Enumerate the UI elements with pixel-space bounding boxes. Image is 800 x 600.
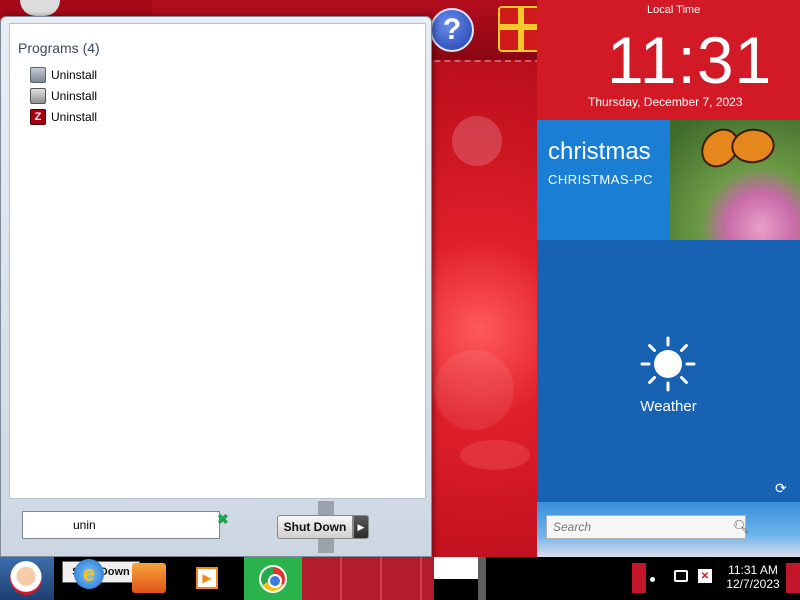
tray-date: 12/7/2023 [726, 577, 780, 591]
result-item[interactable]: Uninstall [30, 86, 330, 106]
shutdown-options-arrow-icon[interactable]: ▶ [353, 515, 369, 539]
refresh-icon[interactable]: ⟳ [775, 480, 787, 497]
butterfly-icon [727, 122, 779, 170]
start-search-input[interactable]: unin [22, 511, 220, 539]
tray-clock[interactable]: 11:31 AM 12/7/2023 [720, 563, 786, 600]
clear-search-icon[interactable]: ✖ [217, 511, 229, 528]
disk-uninstall-icon [30, 67, 46, 83]
metro-search-input[interactable]: Search 🔍︎ [546, 515, 750, 539]
internet-explorer-icon[interactable]: e [74, 559, 104, 589]
metro-search-placeholder: Search [553, 520, 592, 534]
folder-icon[interactable] [132, 563, 166, 593]
search-icon[interactable]: 🔍︎ [733, 519, 750, 535]
taskbar-window-button[interactable] [434, 557, 478, 579]
clock-time: 11:31 [607, 23, 773, 97]
network-icon[interactable] [674, 570, 688, 582]
clock-tile: Local Time 11:31 Thursday, December 7, 2… [537, 0, 800, 120]
bokeh-light [460, 440, 530, 470]
media-player-icon[interactable]: ▶ [196, 567, 218, 589]
start-menu: Programs (4) Uninstall Uninstall Z Unins… [0, 16, 432, 557]
taskbar-window-button[interactable] [302, 557, 434, 600]
bokeh-light [434, 350, 514, 430]
action-center-flag-icon[interactable]: ✕ [698, 569, 712, 583]
result-item[interactable]: Z Uninstall [30, 107, 330, 127]
weather-label: Weather [640, 398, 697, 415]
tray-dot-icon [650, 577, 655, 582]
user-tile[interactable]: christmas CHRISTMAS-PC [537, 120, 670, 240]
local-time-label: Local Time [647, 4, 701, 16]
filezilla-uninstall-icon: Z [30, 109, 46, 125]
result-item[interactable]: Uninstall [30, 65, 330, 85]
taskbar: Shut Down e ▶ ✕ 11:31 AM 12/7/2023 [0, 557, 800, 600]
weather-tile[interactable]: Weather ⟳ [537, 240, 800, 502]
result-label: Uninstall [51, 110, 98, 124]
gift-icon[interactable] [498, 6, 542, 52]
tray-time: 11:31 AM [728, 563, 778, 577]
clock-date: Thursday, December 7, 2023 [588, 95, 743, 109]
help-icon[interactable]: ? [430, 8, 474, 52]
bokeh-light [452, 116, 502, 166]
chrome-icon [259, 565, 287, 593]
start-menu-footer: unin ✖ Shut Down ▶ [9, 501, 426, 553]
shutdown-button[interactable]: Shut Down [277, 515, 353, 539]
cd-uninstall-icon [30, 88, 46, 104]
taskbar-separator [478, 557, 486, 600]
result-label: Uninstall [51, 89, 98, 103]
computer-name: CHRISTMAS-PC [548, 172, 653, 187]
show-desktop-button[interactable] [786, 563, 800, 593]
programs-heading: Programs (4) [18, 40, 100, 56]
user-name: christmas [548, 138, 651, 165]
chrome-taskbar-button[interactable] [244, 557, 302, 600]
search-results-pane: Programs (4) Uninstall Uninstall Z Unins… [9, 23, 426, 499]
result-label: Uninstall [51, 68, 98, 82]
start-button[interactable] [0, 557, 54, 600]
sun-icon [640, 336, 696, 392]
santa-icon [10, 561, 42, 595]
metro-search-area: Search 🔍︎ [537, 502, 800, 557]
show-desktop-button[interactable] [632, 563, 646, 593]
butterfly-photo-tile[interactable] [670, 120, 800, 240]
peek-icon[interactable] [20, 0, 60, 16]
